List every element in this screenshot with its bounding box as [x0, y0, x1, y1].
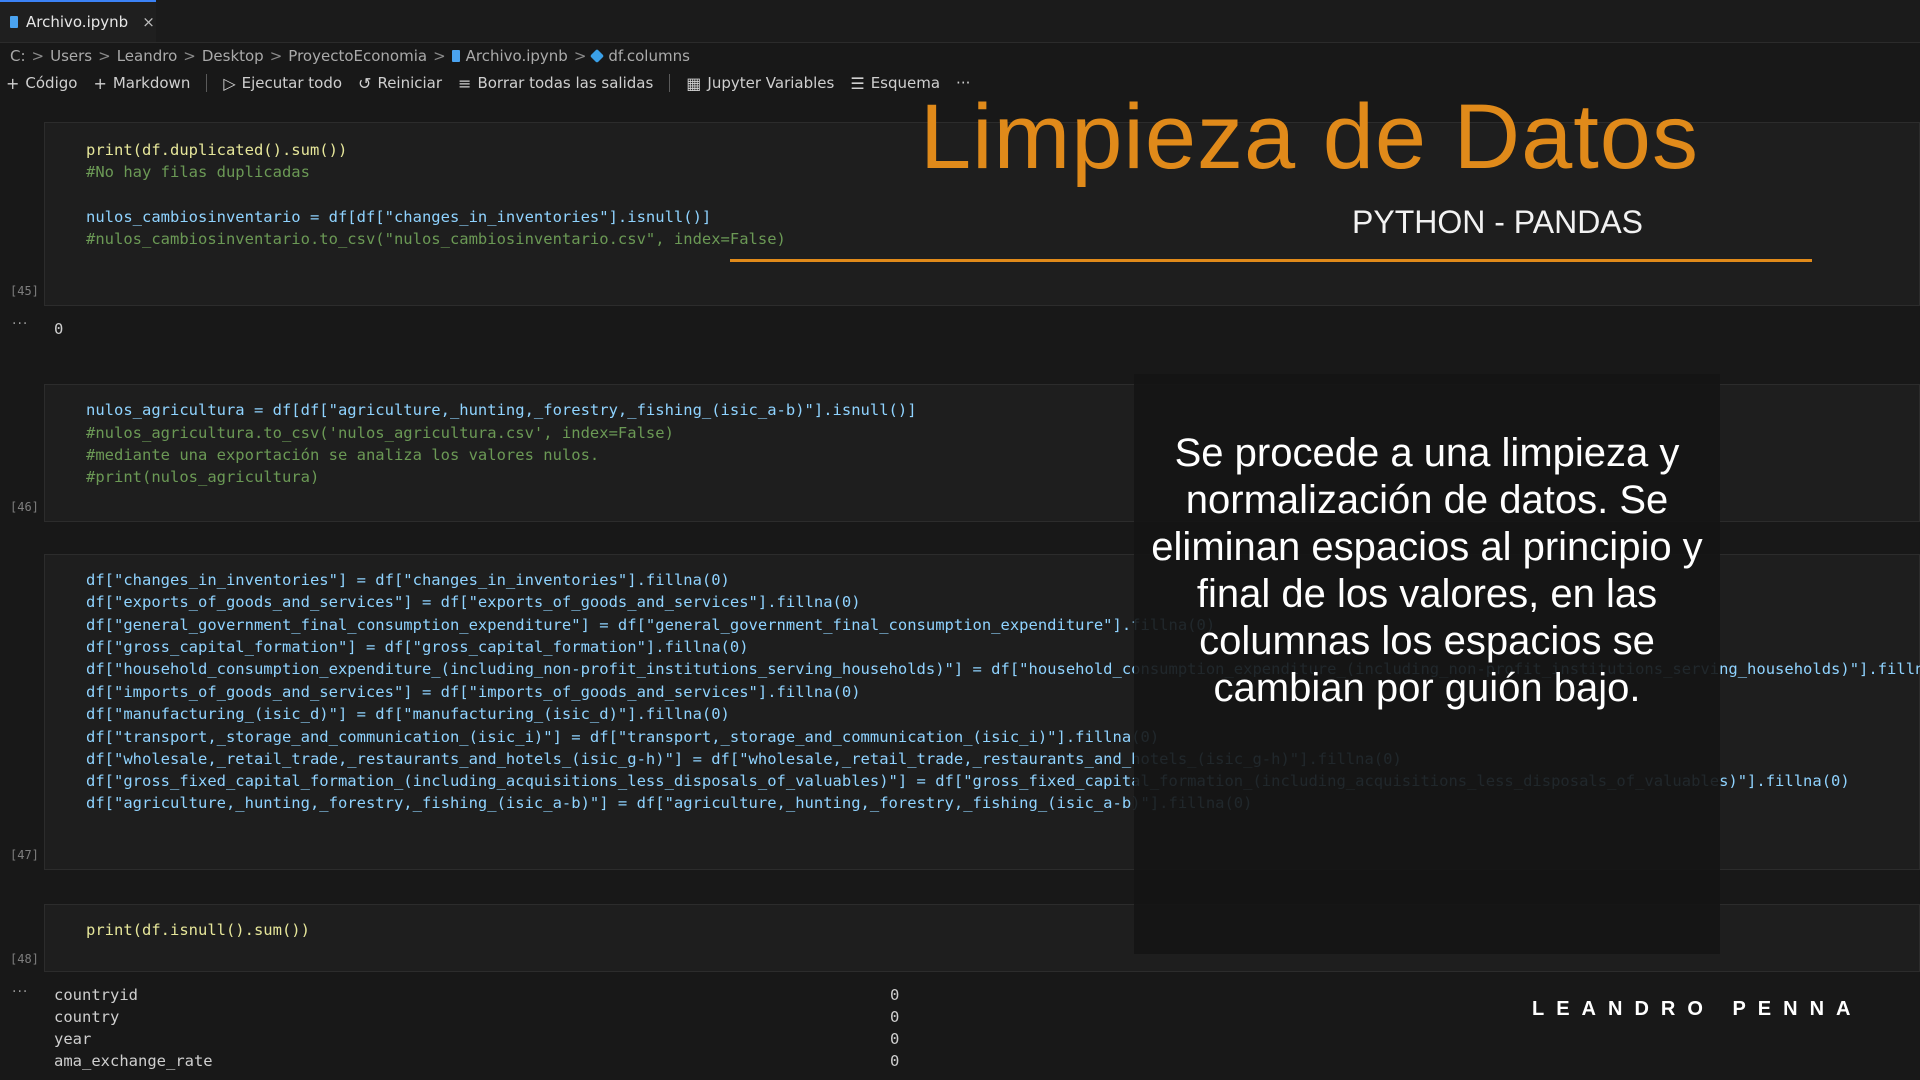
- add-markdown-button[interactable]: + Markdown: [93, 74, 190, 93]
- code-line: print(df.duplicated().sum()): [86, 141, 348, 159]
- toolbar-divider: [669, 74, 671, 92]
- code-line: df["exports_of_goods_and_services"] = df…: [86, 593, 861, 611]
- breadcrumb-leandro[interactable]: Leandro: [117, 47, 178, 65]
- author-signature: LEANDRO PENNA: [1532, 998, 1863, 1020]
- outline-icon: ☰: [850, 73, 865, 93]
- run-all-label: Ejecutar todo: [241, 74, 343, 92]
- breadcrumb-separator: >: [433, 47, 446, 65]
- notebook-file-icon: [10, 16, 18, 28]
- breadcrumb-separator: >: [269, 47, 283, 65]
- code-comment: #mediante una exportación se analiza los…: [86, 446, 600, 464]
- slide-title: Limpieza de Datos: [920, 86, 1699, 188]
- code-line: print(df.isnull().sum()): [86, 921, 310, 939]
- notebook-toolbar: + Código + Markdown ▷ Ejecutar todo ↺ Re…: [6, 70, 970, 96]
- output-menu-icon[interactable]: ···: [12, 316, 28, 332]
- breadcrumb-users[interactable]: Users: [50, 47, 92, 65]
- breadcrumb-proyecto[interactable]: ProyectoEconomia: [288, 47, 427, 65]
- editor-tab-bar: Archivo.ipynb ×: [0, 0, 1920, 43]
- breadcrumb-archivo[interactable]: Archivo.ipynb: [466, 47, 568, 65]
- code-line: df["general_government_final_consumption…: [86, 616, 1216, 634]
- run-all-button[interactable]: ▷ Ejecutar todo: [223, 74, 342, 93]
- code-comment: #nulos_agricultura.to_csv('nulos_agricul…: [86, 424, 674, 442]
- add-markdown-label: Markdown: [112, 74, 191, 92]
- title-underline: [730, 259, 1812, 262]
- toolbar-divider: [206, 74, 208, 92]
- restart-button[interactable]: ↺ Reiniciar: [358, 74, 442, 93]
- breadcrumb-desktop[interactable]: Desktop: [202, 47, 264, 65]
- run-all-icon: ▷: [223, 73, 236, 93]
- execution-count: [46]: [10, 500, 39, 514]
- jupyter-variables-button[interactable]: ▦ Jupyter Variables: [686, 74, 834, 93]
- code-line: df["transport,_storage_and_communication…: [86, 728, 1160, 746]
- restart-label: Reiniciar: [377, 74, 443, 92]
- output-menu-icon[interactable]: ···: [12, 984, 28, 1000]
- code-line: df["gross_capital_formation"] = df["gros…: [86, 638, 749, 656]
- breadcrumb-separator: >: [573, 47, 587, 65]
- jupyter-variables-label: Jupyter Variables: [707, 74, 835, 92]
- breadcrumb-separator: >: [183, 47, 196, 65]
- output-row-name: ama_exchange_rate: [54, 1052, 213, 1070]
- execution-count: [45]: [10, 284, 39, 298]
- slide-subtitle: PYTHON - PANDAS: [1352, 204, 1643, 240]
- execution-count: [48]: [10, 952, 39, 966]
- output-row-value: 0: [890, 1052, 900, 1070]
- breadcrumb: C: > Users > Leandro > Desktop > Proyect…: [10, 44, 690, 68]
- output-row-value: 0: [890, 1008, 900, 1026]
- symbol-icon: [590, 48, 605, 64]
- plus-icon: +: [93, 73, 107, 93]
- code-line: df["imports_of_goods_and_services"] = df…: [86, 683, 861, 701]
- breadcrumb-df-columns[interactable]: df.columns: [608, 47, 690, 65]
- code-line: df["changes_in_inventories"] = df["chang…: [86, 571, 730, 589]
- output-row-name: country: [54, 1008, 120, 1026]
- clear-outputs-button[interactable]: ≡ Borrar todas las salidas: [458, 74, 653, 93]
- cell-output: 0: [54, 320, 64, 338]
- output-row-name: countryid: [54, 986, 138, 1004]
- close-icon[interactable]: ×: [142, 13, 155, 31]
- code-comment: #nulos_cambiosinventario.to_csv("nulos_c…: [86, 230, 786, 248]
- add-code-button[interactable]: + Código: [6, 74, 77, 93]
- breadcrumb-separator: >: [98, 47, 111, 65]
- clear-outputs-label: Borrar todas las salidas: [477, 74, 654, 92]
- variables-icon: ▦: [686, 73, 702, 93]
- output-row-value: 0: [890, 1030, 900, 1048]
- code-line: df["agriculture,_hunting,_forestry,_fish…: [86, 794, 1253, 812]
- add-code-label: Código: [25, 74, 78, 92]
- output-row-value: 0: [890, 986, 900, 1004]
- execution-count: [47]: [10, 848, 39, 862]
- breadcrumb-separator: >: [31, 47, 45, 65]
- restart-icon: ↺: [358, 73, 372, 93]
- code-line: nulos_agricultura = df[df["agriculture,_…: [86, 401, 917, 419]
- description-text: Se procede a una limpieza y normalizació…: [1151, 431, 1703, 710]
- clear-all-icon: ≡: [458, 73, 472, 93]
- code-comment: #print(nulos_agricultura): [86, 468, 320, 486]
- code-line: nulos_cambiosinventario = df[df["changes…: [86, 208, 712, 226]
- plus-icon: +: [6, 73, 20, 93]
- breadcrumb-drive[interactable]: C:: [10, 47, 26, 65]
- code-comment: #No hay filas duplicadas: [86, 163, 310, 181]
- notebook-file-icon: [451, 50, 460, 62]
- tab-archivo-ipynb[interactable]: Archivo.ipynb ×: [0, 0, 156, 42]
- tab-label: Archivo.ipynb: [26, 13, 129, 31]
- code-line: df["manufacturing_(isic_d)"] = df["manuf…: [86, 705, 730, 723]
- output-row-name: year: [54, 1030, 92, 1048]
